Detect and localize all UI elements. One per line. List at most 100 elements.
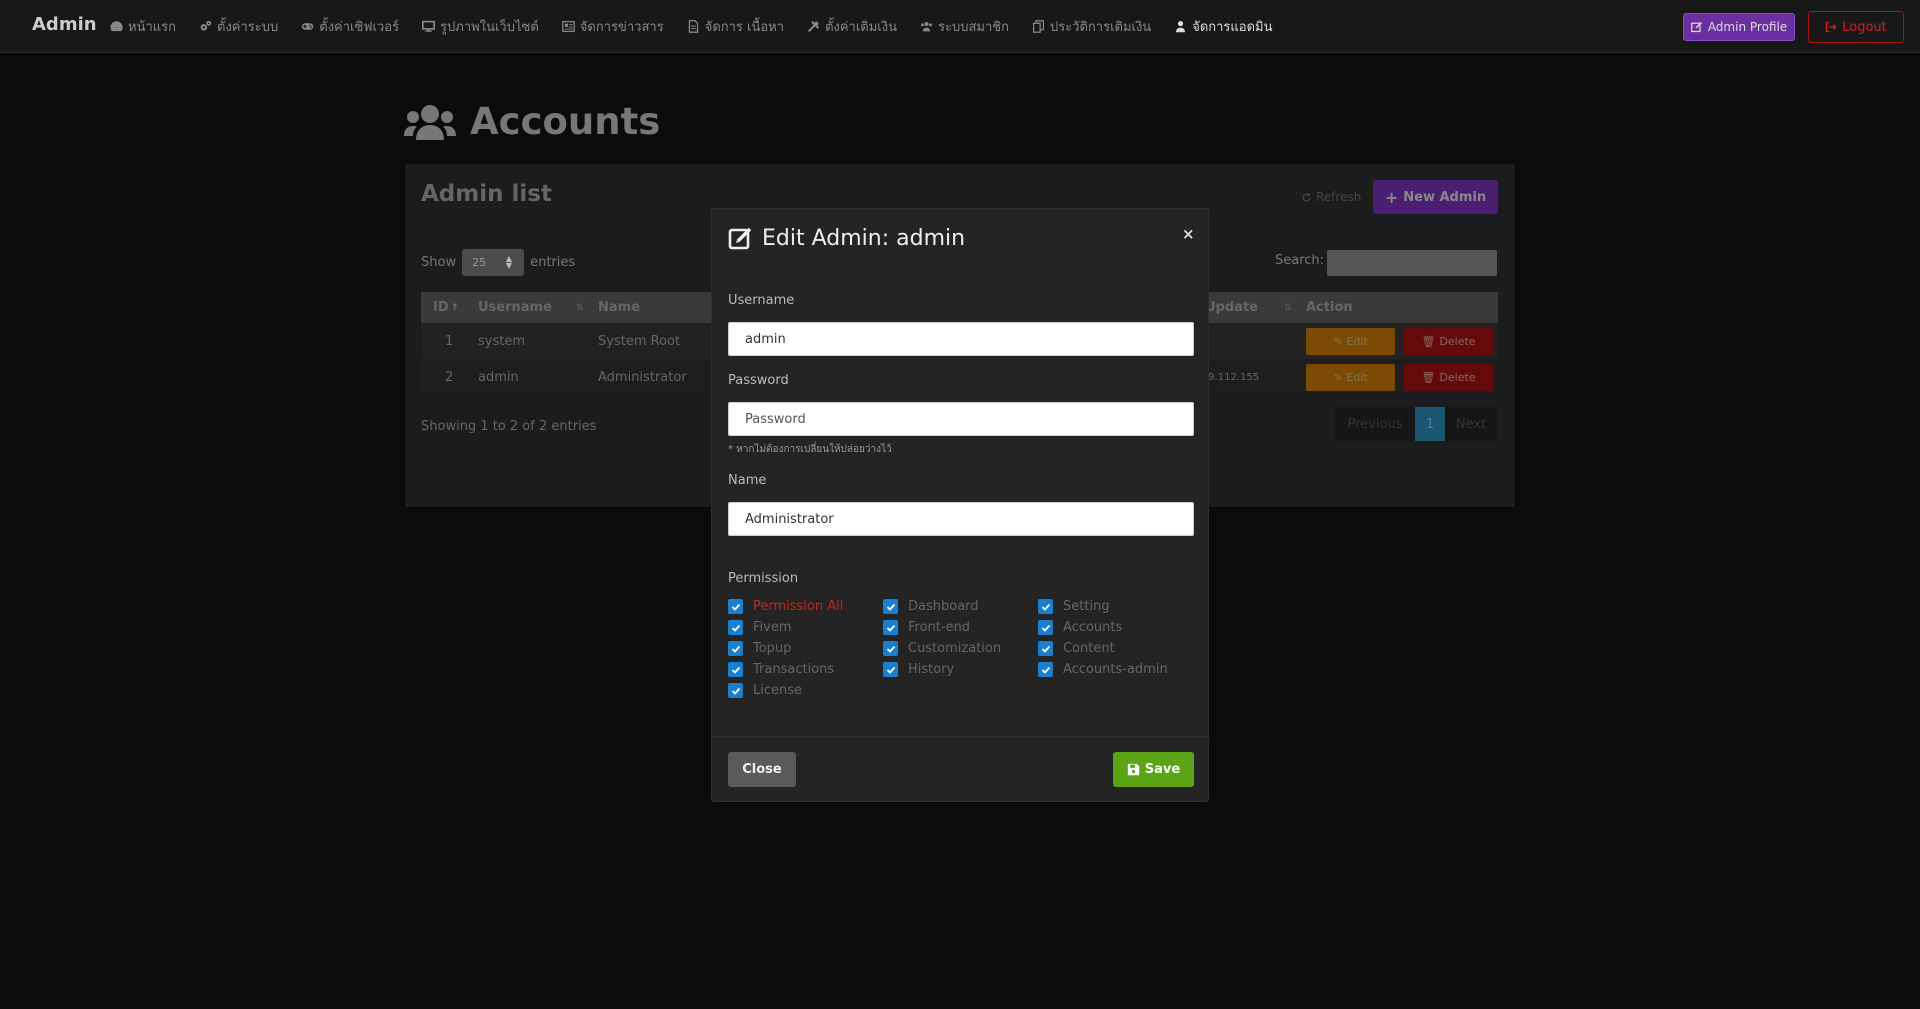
permission-dashboard-checkbox[interactable]: Dashboard (883, 599, 979, 614)
permission-history-checkbox[interactable]: History (883, 662, 954, 677)
permission-front-end-checkbox[interactable]: Front-end (883, 620, 970, 635)
new-admin-button[interactable]: + New Admin (1373, 180, 1498, 214)
tools-icon (807, 20, 820, 33)
password-hint: * หากไม่ต้องการเปลี่ยนให้ปล่อยว่างไว้ (728, 444, 892, 455)
nav-item-label: จัดการ เนื้อหา (704, 20, 785, 35)
save-label: Save (1144, 762, 1181, 777)
page-title: Accounts (404, 100, 660, 143)
column-id[interactable]: ID (433, 300, 449, 315)
nav-item-label: ระบบสมาชิก (937, 20, 1009, 35)
page-size-value: 25 (472, 256, 487, 269)
nav-item-label: ตั้งค่าเซิฟเวอร์ (319, 20, 400, 35)
permission-setting-checkbox[interactable]: Setting (1038, 599, 1110, 614)
page-size-select[interactable]: 25 ▲ ▼ (462, 249, 525, 276)
nav-item-website-images[interactable]: รูปภาพในเว็บไซต์ (422, 16, 539, 37)
cell-id: 1 (445, 333, 454, 349)
permission-license-checkbox[interactable]: License (728, 683, 802, 698)
newspaper-icon (561, 20, 575, 33)
delete-label: Delete (1439, 370, 1476, 384)
trash-icon: 🗑 (1421, 334, 1436, 348)
permission-label: Front-end (908, 620, 971, 635)
show-label: Show (421, 255, 457, 270)
column-username[interactable]: Username (478, 300, 552, 315)
nav-item-topup-history[interactable]: ประวัติการเติมเงิน (1032, 16, 1151, 37)
nav-item-label: ตั้งค่าระบบ (217, 20, 279, 35)
nav-item-members[interactable]: ระบบสมาชิก (920, 16, 1009, 37)
edit-button[interactable]: ✎ Edit (1306, 363, 1395, 391)
edit-icon: ✎ (1333, 334, 1343, 348)
admin-profile-button[interactable]: Admin Profile (1683, 13, 1795, 41)
modal-footer-divider (712, 736, 1210, 737)
nav-menu: หน้าแรก ตั้งค่าระบบ ตั้งค่าเซิฟเวอร์ รูป… (110, 0, 1296, 53)
user-shield-icon (1174, 20, 1187, 33)
cell-username: system (478, 333, 525, 349)
nav-item-label: ประวัติการเติมเงิน (1049, 20, 1152, 35)
pagination-previous[interactable]: Previous (1335, 407, 1415, 441)
modal-title: Edit Admin: admin (728, 225, 965, 251)
edit-label: Edit (1346, 334, 1368, 348)
save-button[interactable]: Save (1113, 752, 1194, 787)
checkbox-checked-icon (1038, 641, 1053, 656)
delete-button[interactable]: 🗑 Delete (1404, 363, 1493, 391)
permission-label: Transactions (753, 662, 835, 677)
checkbox-checked-icon (728, 662, 743, 677)
checkbox-checked-icon (1038, 599, 1053, 614)
password-label: Password (728, 373, 789, 388)
nav-item-system-settings[interactable]: ตั้งค่าระบบ (199, 16, 278, 37)
refresh-label: Refresh (1316, 190, 1362, 204)
nav-item-home[interactable]: หน้าแรก (110, 16, 176, 37)
table-info: Showing 1 to 2 of 2 entries (421, 419, 597, 434)
delete-button[interactable]: 🗑 Delete (1404, 327, 1493, 355)
refresh-button[interactable]: Refresh (1301, 190, 1361, 204)
nav-item-server-settings[interactable]: ตั้งค่าเซิฟเวอร์ (301, 16, 399, 37)
desktop-icon (422, 20, 436, 33)
nav-item-content[interactable]: จัดการ เนื้อหา (687, 16, 784, 37)
users-icon (920, 20, 933, 33)
permission-accounts-checkbox[interactable]: Accounts (1038, 620, 1122, 635)
pagination: Previous 1 Next (1335, 407, 1497, 441)
column-name[interactable]: Name (598, 300, 640, 315)
nav-item-topup-settings[interactable]: ตั้งค่าเติมเงิน (807, 16, 897, 37)
logout-button[interactable]: Logout (1808, 11, 1904, 43)
name-field[interactable]: Administrator (728, 502, 1194, 536)
nav-item-label: รูปภาพในเว็บไซต์ (440, 20, 539, 35)
search-input[interactable] (1327, 250, 1497, 276)
permission-topup-checkbox[interactable]: Topup (728, 641, 791, 656)
nav-item-label: จัดการข่าวสาร (579, 20, 664, 35)
password-field[interactable]: Password (728, 402, 1194, 436)
delete-label: Delete (1439, 334, 1476, 348)
permission-label: Fivem (753, 620, 792, 635)
username-field[interactable]: admin (728, 322, 1194, 356)
new-admin-label: New Admin (1403, 189, 1487, 205)
permission-customization-checkbox[interactable]: Customization (883, 641, 1001, 656)
permission-label: History (908, 662, 955, 677)
nav-item-admin-management[interactable]: จัดการแอดมิน (1174, 16, 1273, 37)
permission-fivem-checkbox[interactable]: Fivem (728, 620, 792, 635)
nav-item-label: ตั้งค่าเติมเงิน (825, 20, 897, 35)
checkbox-checked-icon (1038, 620, 1053, 635)
edit-label: Edit (1346, 370, 1368, 384)
cell-name: Administrator (598, 369, 687, 385)
brand-logo[interactable]: Admin (32, 14, 97, 35)
column-update[interactable]: Update (1205, 300, 1258, 315)
permission-all-checkbox[interactable]: Permission All (728, 599, 843, 614)
copy-icon (1032, 20, 1045, 33)
checkbox-checked-icon (728, 599, 743, 614)
pagination-page-1[interactable]: 1 (1415, 407, 1445, 441)
sort-icon: ▲ ▼ (505, 254, 513, 270)
pagination-next[interactable]: Next (1445, 407, 1497, 441)
column-action: Action (1306, 300, 1353, 315)
permission-content-checkbox[interactable]: Content (1038, 641, 1115, 656)
nav-item-news[interactable]: จัดการข่าวสาร (561, 16, 664, 37)
cell-name: System Root (598, 333, 681, 349)
permission-transactions-checkbox[interactable]: Transactions (728, 662, 834, 677)
edit-button[interactable]: ✎ Edit (1306, 327, 1395, 355)
refresh-icon (1301, 192, 1312, 203)
admin-profile-label: Admin Profile (1707, 20, 1788, 34)
top-navbar: Admin หน้าแรก ตั้งค่าระบบ ตั้งค่าเซิฟเวอ… (0, 0, 1920, 53)
close-icon[interactable]: × (1182, 225, 1195, 243)
permission-label: Customization (908, 641, 1002, 656)
close-button[interactable]: Close (728, 752, 796, 787)
nav-item-label: จัดการแอดมิน (1192, 20, 1273, 35)
permission-accounts-admin-checkbox[interactable]: Accounts-admin (1038, 662, 1168, 677)
